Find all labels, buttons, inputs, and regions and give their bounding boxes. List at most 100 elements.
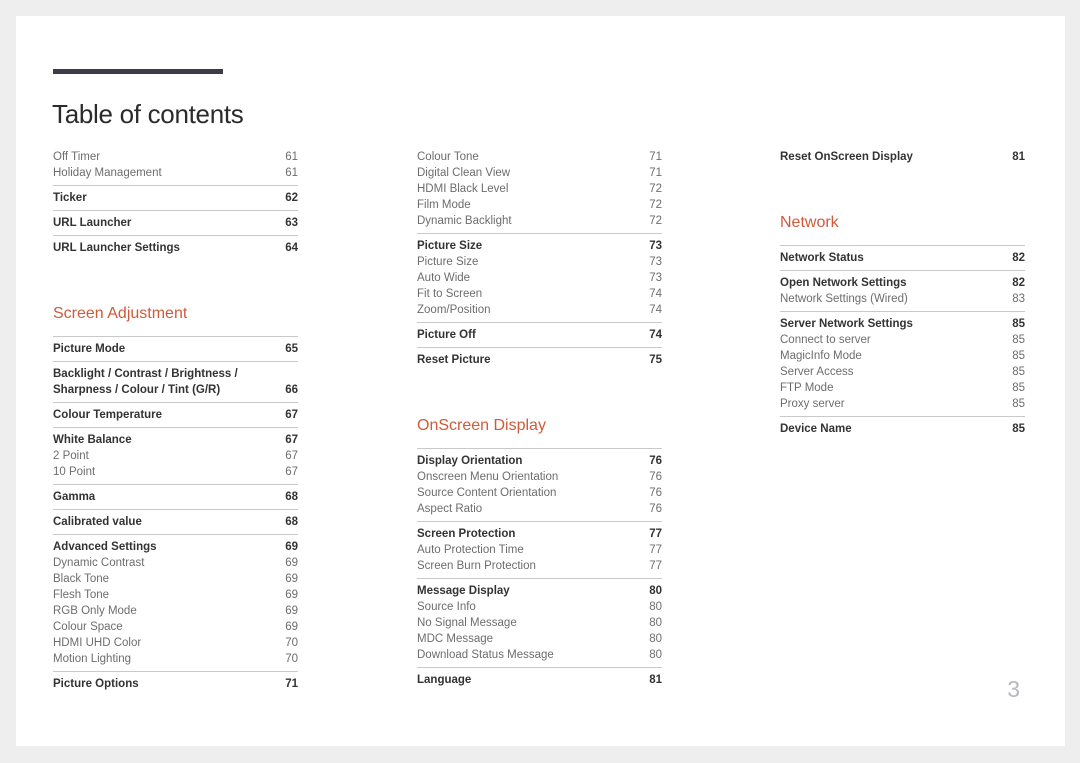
toc-entry[interactable]: Download Status Message 80: [417, 647, 662, 663]
toc-entry[interactable]: Server Access 85: [780, 364, 1025, 380]
toc-entry[interactable]: Calibrated value 68: [53, 514, 298, 530]
toc-entry-label: Digital Clean View: [417, 167, 511, 179]
toc-entry-group: Ticker 62: [53, 185, 298, 210]
toc-entry[interactable]: URL Launcher Settings 64: [53, 240, 298, 256]
toc-entry[interactable]: Network Settings (Wired) 83: [780, 291, 1025, 307]
toc-entry[interactable]: Ticker 62: [53, 190, 298, 206]
toc-entry[interactable]: Colour Temperature 67: [53, 407, 298, 423]
toc-entry-page-number: 80: [649, 633, 662, 645]
toc-entry-page-number: 68: [285, 491, 298, 503]
toc-entry-group: Picture Off 74: [417, 322, 662, 347]
toc-entry-label: FTP Mode: [780, 382, 834, 394]
toc-entry[interactable]: Source Info 80: [417, 599, 662, 615]
toc-entry[interactable]: Picture Size 73: [417, 238, 662, 254]
toc-entry[interactable]: RGB Only Mode 69: [53, 603, 298, 619]
toc-entry-label: Off Timer: [53, 151, 101, 163]
toc-entry[interactable]: Proxy server 85: [780, 396, 1025, 412]
toc-entry[interactable]: Holiday Management 61: [53, 165, 298, 181]
toc-entry-page-number: 64: [285, 242, 298, 254]
toc-entry[interactable]: Reset OnScreen Display 81: [780, 149, 1025, 165]
toc-entry[interactable]: HDMI UHD Color 70: [53, 635, 298, 651]
toc-entry-page-number: 80: [649, 649, 662, 661]
toc-entry-label: Film Mode: [417, 199, 471, 211]
toc-entry-label: Source Info: [417, 601, 476, 613]
toc-entry[interactable]: Dynamic Contrast 69: [53, 555, 298, 571]
toc-entry-label: URL Launcher: [53, 217, 132, 229]
toc-entry[interactable]: Digital Clean View 71: [417, 165, 662, 181]
toc-entry-label: Zoom/Position: [417, 304, 491, 316]
toc-entry-page-number: 76: [649, 487, 662, 499]
toc-entry-label: Picture Size: [417, 240, 483, 252]
toc-entry[interactable]: Picture Off 74: [417, 327, 662, 343]
toc-entry[interactable]: Picture Size 73: [417, 254, 662, 270]
toc-entry-label: URL Launcher Settings: [53, 242, 180, 254]
toc-entry-label: 10 Point: [53, 466, 96, 478]
toc-entry[interactable]: MDC Message 80: [417, 631, 662, 647]
toc-entry[interactable]: Motion Lighting 70: [53, 651, 298, 667]
toc-entry-label: Calibrated value: [53, 516, 142, 528]
toc-entry-page-number: 69: [285, 605, 298, 617]
toc-entry[interactable]: URL Launcher 63: [53, 215, 298, 231]
toc-entry[interactable]: Dynamic Backlight 72: [417, 213, 662, 229]
toc-entry-group: Device Name 85: [780, 416, 1025, 441]
toc-entry[interactable]: Film Mode 72: [417, 197, 662, 213]
toc-entry-page-number: 71: [649, 167, 662, 179]
toc-entry[interactable]: Advanced Settings 69: [53, 539, 298, 555]
toc-entry[interactable]: Display Orientation 76: [417, 453, 662, 469]
toc-entry-group: Colour Temperature 67: [53, 402, 298, 427]
toc-entry[interactable]: Network Status 82: [780, 250, 1025, 266]
toc-entry-label: Reset OnScreen Display: [780, 151, 913, 163]
toc-entry[interactable]: Picture Options 71: [53, 676, 298, 692]
toc-entry[interactable]: Gamma 68: [53, 489, 298, 505]
toc-entry-label: HDMI UHD Color: [53, 637, 142, 649]
toc-entry-label: No Signal Message: [417, 617, 517, 629]
toc-entry[interactable]: Open Network Settings 82: [780, 275, 1025, 291]
toc-entry[interactable]: Off Timer 61: [53, 149, 298, 165]
toc-entry-group: Display Orientation 76 Onscreen Menu Orien…: [417, 448, 662, 521]
toc-entry-label: Colour Tone: [417, 151, 479, 163]
toc-entry[interactable]: Server Network Settings 85: [780, 316, 1025, 332]
toc-entry[interactable]: Message Display 80: [417, 583, 662, 599]
toc-entry[interactable]: Colour Space 69: [53, 619, 298, 635]
toc-entry[interactable]: Auto Wide 73: [417, 270, 662, 286]
toc-entry[interactable]: Screen Protection 77: [417, 526, 662, 542]
toc-entry-group: Network Status 82: [780, 245, 1025, 270]
toc-entry[interactable]: Language 81: [417, 672, 662, 688]
toc-entry[interactable]: Fit to Screen 74: [417, 286, 662, 302]
toc-entry[interactable]: Black Tone 69: [53, 571, 298, 587]
toc-entry-page-number: 62: [285, 192, 298, 204]
toc-entry[interactable]: Source Content Orientation 76: [417, 485, 662, 501]
toc-entry[interactable]: Zoom/Position 74: [417, 302, 662, 318]
toc-entry[interactable]: White Balance 67: [53, 432, 298, 448]
toc-entry-label: Colour Temperature: [53, 409, 163, 421]
toc-entry[interactable]: HDMI Black Level 72: [417, 181, 662, 197]
toc-entry-group: Open Network Settings 82 Network Settings …: [780, 270, 1025, 311]
toc-entry[interactable]: FTP Mode 85: [780, 380, 1025, 396]
toc-entry[interactable]: 10 Point 67: [53, 464, 298, 480]
toc-entry[interactable]: Colour Tone 71: [417, 149, 662, 165]
toc-entry[interactable]: 2 Point 67: [53, 448, 298, 464]
toc-entry-page-number: 77: [649, 528, 662, 540]
toc-entry[interactable]: Picture Mode 65: [53, 341, 298, 357]
toc-entry[interactable]: Screen Burn Protection 77: [417, 558, 662, 574]
toc-entry-group: URL Launcher Settings 64: [53, 235, 298, 260]
document-page: Table of contents Off Timer 61 Holiday Man…: [16, 16, 1065, 746]
toc-entry[interactable]: Reset Picture 75: [417, 352, 662, 368]
toc-entry-page-number: 85: [1012, 366, 1025, 378]
toc-entry-label: Open Network Settings: [780, 277, 907, 289]
toc-entry[interactable]: No Signal Message 80: [417, 615, 662, 631]
toc-entry[interactable]: Connect to server 85: [780, 332, 1025, 348]
toc-entry-page-number: 85: [1012, 398, 1025, 410]
toc-entry[interactable]: Flesh Tone 69: [53, 587, 298, 603]
toc-entry-group: Off Timer 61 Holiday Management 61: [53, 149, 298, 185]
toc-entry-group: Message Display 80 Source Info 80 No Signal …: [417, 578, 662, 667]
toc-entry-label: Picture Size: [417, 256, 479, 268]
toc-entry-label: Server Access: [780, 366, 854, 378]
toc-entry-page-number: 71: [285, 678, 298, 690]
toc-entry[interactable]: Aspect Ratio 76: [417, 501, 662, 517]
toc-entry[interactable]: Backlight / Contrast / Brightness / Shar…: [53, 366, 298, 398]
toc-entry[interactable]: Auto Protection Time 77: [417, 542, 662, 558]
toc-entry[interactable]: MagicInfo Mode 85: [780, 348, 1025, 364]
toc-entry[interactable]: Onscreen Menu Orientation 76: [417, 469, 662, 485]
toc-entry[interactable]: Device Name 85: [780, 421, 1025, 437]
